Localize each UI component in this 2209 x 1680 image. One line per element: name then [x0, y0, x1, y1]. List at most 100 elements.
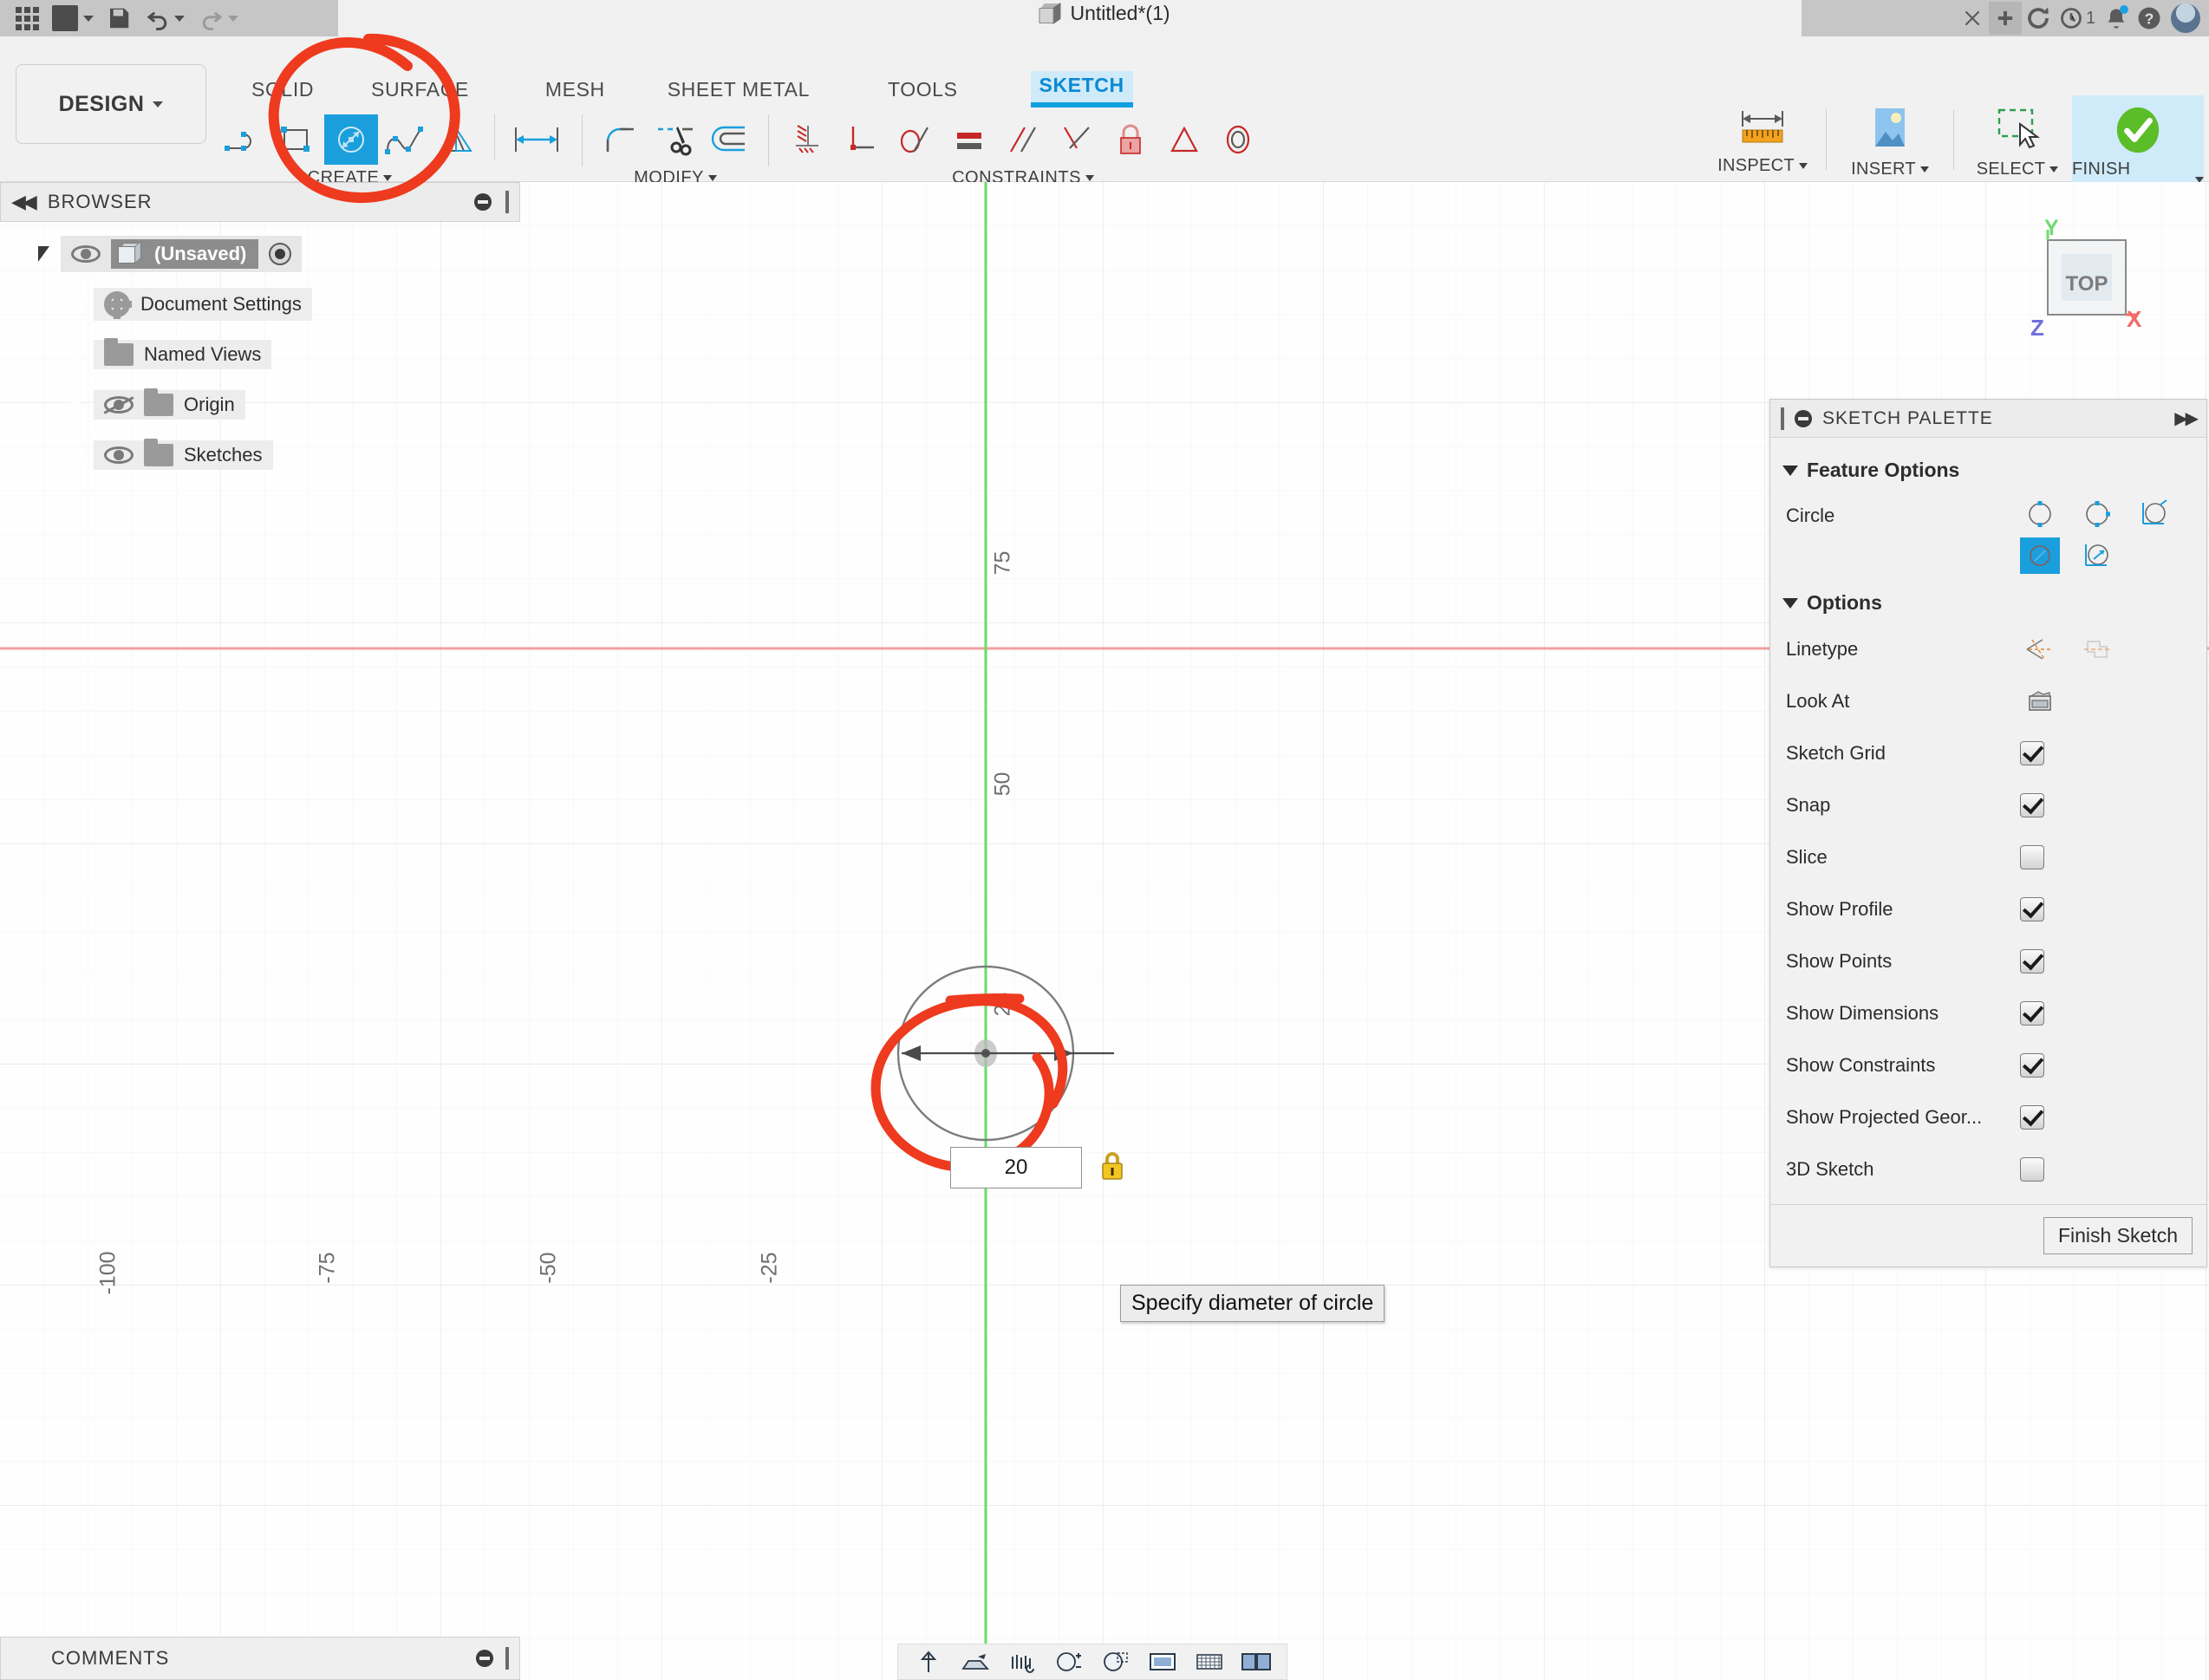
- three-point-circle-icon[interactable]: [2134, 496, 2174, 532]
- circle-icon[interactable]: [324, 114, 378, 165]
- browser-item-label: Document Settings: [140, 293, 302, 315]
- visibility-eye-off-icon[interactable]: [103, 396, 134, 414]
- new-tab-icon[interactable]: [1989, 2, 2022, 35]
- minimize-icon[interactable]: [476, 1650, 493, 1667]
- equal-icon[interactable]: [942, 114, 996, 165]
- checkbox-snap[interactable]: [2020, 793, 2044, 817]
- tab-surface[interactable]: SURFACE: [362, 75, 478, 104]
- two-point-circle-icon[interactable]: [2077, 496, 2117, 532]
- save-disk-icon[interactable]: [102, 2, 135, 35]
- fillet-icon[interactable]: [595, 114, 648, 165]
- zoom-window-icon[interactable]: [1000, 1647, 1044, 1677]
- checkbox-show-points[interactable]: [2020, 949, 2044, 973]
- offset-icon[interactable]: [702, 114, 756, 165]
- option-row-snap: Snap: [1770, 779, 2206, 831]
- redo-icon[interactable]: [194, 2, 243, 35]
- zoom-icon[interactable]: [1047, 1647, 1091, 1677]
- browser-item-named-views[interactable]: Named Views: [0, 329, 520, 380]
- fit-icon[interactable]: [1094, 1647, 1137, 1677]
- panel-grip[interactable]: [505, 1647, 509, 1670]
- feature-option-circle-row: Circle: [1770, 491, 2206, 574]
- perpendicular-icon[interactable]: [835, 114, 889, 165]
- checkbox-slice[interactable]: [2020, 845, 2044, 869]
- workspace-switcher-button[interactable]: DESIGN: [16, 64, 206, 144]
- display-settings-icon[interactable]: [1141, 1647, 1184, 1677]
- coincident-icon[interactable]: [1050, 114, 1104, 165]
- expand-arrow-icon[interactable]: [26, 246, 61, 262]
- browser-item-origin[interactable]: Origin: [0, 380, 520, 430]
- checkbox-3d-sketch[interactable]: [2020, 1157, 2044, 1182]
- three-tangent-circle-icon[interactable]: [2077, 537, 2117, 574]
- save-icon[interactable]: [49, 2, 97, 35]
- center-diameter-circle-icon[interactable]: [2020, 496, 2060, 532]
- grid-snaps-icon[interactable]: [1188, 1647, 1231, 1677]
- tab-sheet-metal[interactable]: SHEET METAL: [659, 75, 818, 104]
- account-avatar[interactable]: [2171, 3, 2200, 33]
- browser-item-document-settings[interactable]: Document Settings: [0, 279, 520, 329]
- tab-tools[interactable]: TOOLS: [879, 75, 967, 104]
- concentric-icon[interactable]: [1211, 114, 1265, 165]
- browser-item-sketches[interactable]: Sketches: [0, 430, 520, 480]
- minimize-icon[interactable]: [1795, 409, 1812, 427]
- orbit-up-icon[interactable]: [907, 1647, 950, 1677]
- expand-arrow-icon[interactable]: [59, 446, 94, 464]
- fix-lock-icon[interactable]: [1104, 114, 1157, 165]
- polygon-icon[interactable]: [432, 114, 485, 165]
- checkbox-sketch-grid[interactable]: [2020, 741, 2044, 765]
- option-label-show-profile: Show Profile: [1786, 898, 1893, 920]
- horizontal-vertical-icon[interactable]: [781, 114, 835, 165]
- job-status-icon[interactable]: 1: [2055, 2, 2100, 35]
- option-row-show-profile: Show Profile: [1770, 883, 2206, 935]
- tab-sketch[interactable]: SKETCH: [1030, 71, 1133, 107]
- spline-icon[interactable]: [378, 114, 432, 165]
- tab-solid[interactable]: SOLID: [243, 75, 323, 104]
- option-label-sketch-grid: Sketch Grid: [1786, 742, 1886, 764]
- construction-line-icon[interactable]: [2020, 631, 2060, 667]
- viewports-icon[interactable]: [1235, 1647, 1278, 1677]
- expand-arrow-icon[interactable]: [59, 296, 94, 313]
- look-at-icon[interactable]: [2020, 683, 2060, 720]
- expand-right-icon[interactable]: ▶▶: [2174, 407, 2199, 429]
- pan-icon[interactable]: [954, 1647, 997, 1677]
- trim-icon[interactable]: [648, 114, 702, 165]
- panel-grip[interactable]: [1781, 407, 1784, 430]
- app-grid-icon[interactable]: [10, 2, 43, 35]
- checkbox-show-profile[interactable]: [2020, 897, 2044, 921]
- visibility-eye-icon[interactable]: [104, 446, 134, 464]
- dimension-icon[interactable]: [504, 114, 570, 165]
- checkbox-show-dimensions[interactable]: [2020, 1001, 2044, 1026]
- symmetry-icon[interactable]: [1157, 114, 1211, 165]
- option-label-look-at: Look At: [1786, 690, 1850, 712]
- view-cube[interactable]: TOP Y X Z: [2008, 212, 2173, 351]
- undo-icon[interactable]: [140, 2, 189, 35]
- option-row-show-constraints: Show Constraints: [1770, 1039, 2206, 1091]
- minimize-icon[interactable]: [474, 193, 492, 211]
- section-options[interactable]: Options: [1770, 583, 2206, 623]
- panel-grip[interactable]: [505, 191, 509, 213]
- refresh-icon[interactable]: [2022, 2, 2055, 35]
- line-icon[interactable]: [217, 114, 270, 165]
- browser-item-label: Sketches: [184, 444, 263, 466]
- close-icon[interactable]: [1956, 2, 1989, 35]
- activate-component-radio[interactable]: [269, 243, 292, 265]
- locked-padlock-icon[interactable]: [1099, 1150, 1125, 1182]
- checkbox-show-projected-geometry[interactable]: [2020, 1105, 2044, 1130]
- centerline-icon[interactable]: [2077, 631, 2117, 667]
- checkbox-show-constraints[interactable]: [2020, 1053, 2044, 1078]
- expand-arrow-icon[interactable]: [59, 396, 94, 413]
- parallel-icon[interactable]: [996, 114, 1050, 165]
- help-icon[interactable]: ?: [2133, 2, 2166, 35]
- tab-mesh[interactable]: MESH: [537, 75, 614, 104]
- two-tangent-circle-icon[interactable]: [2020, 537, 2060, 574]
- visibility-eye-icon[interactable]: [71, 245, 101, 263]
- dimension-input[interactable]: 20: [950, 1147, 1082, 1188]
- browser-item-unsaved[interactable]: (Unsaved): [0, 229, 520, 279]
- rectangle-icon[interactable]: [270, 114, 324, 165]
- collapse-left-icon[interactable]: ◀◀: [11, 191, 37, 213]
- section-feature-options[interactable]: Feature Options: [1770, 450, 2206, 491]
- finish-sketch-palette-button[interactable]: Finish Sketch: [2043, 1217, 2193, 1254]
- notifications-icon[interactable]: [2100, 2, 2133, 35]
- expand-arrow-icon[interactable]: [59, 346, 94, 363]
- sketch-canvas[interactable]: -100 -75 -50 -25 75 50 25 20 Specify dia…: [0, 182, 2209, 1680]
- tangent-icon[interactable]: [889, 114, 942, 165]
